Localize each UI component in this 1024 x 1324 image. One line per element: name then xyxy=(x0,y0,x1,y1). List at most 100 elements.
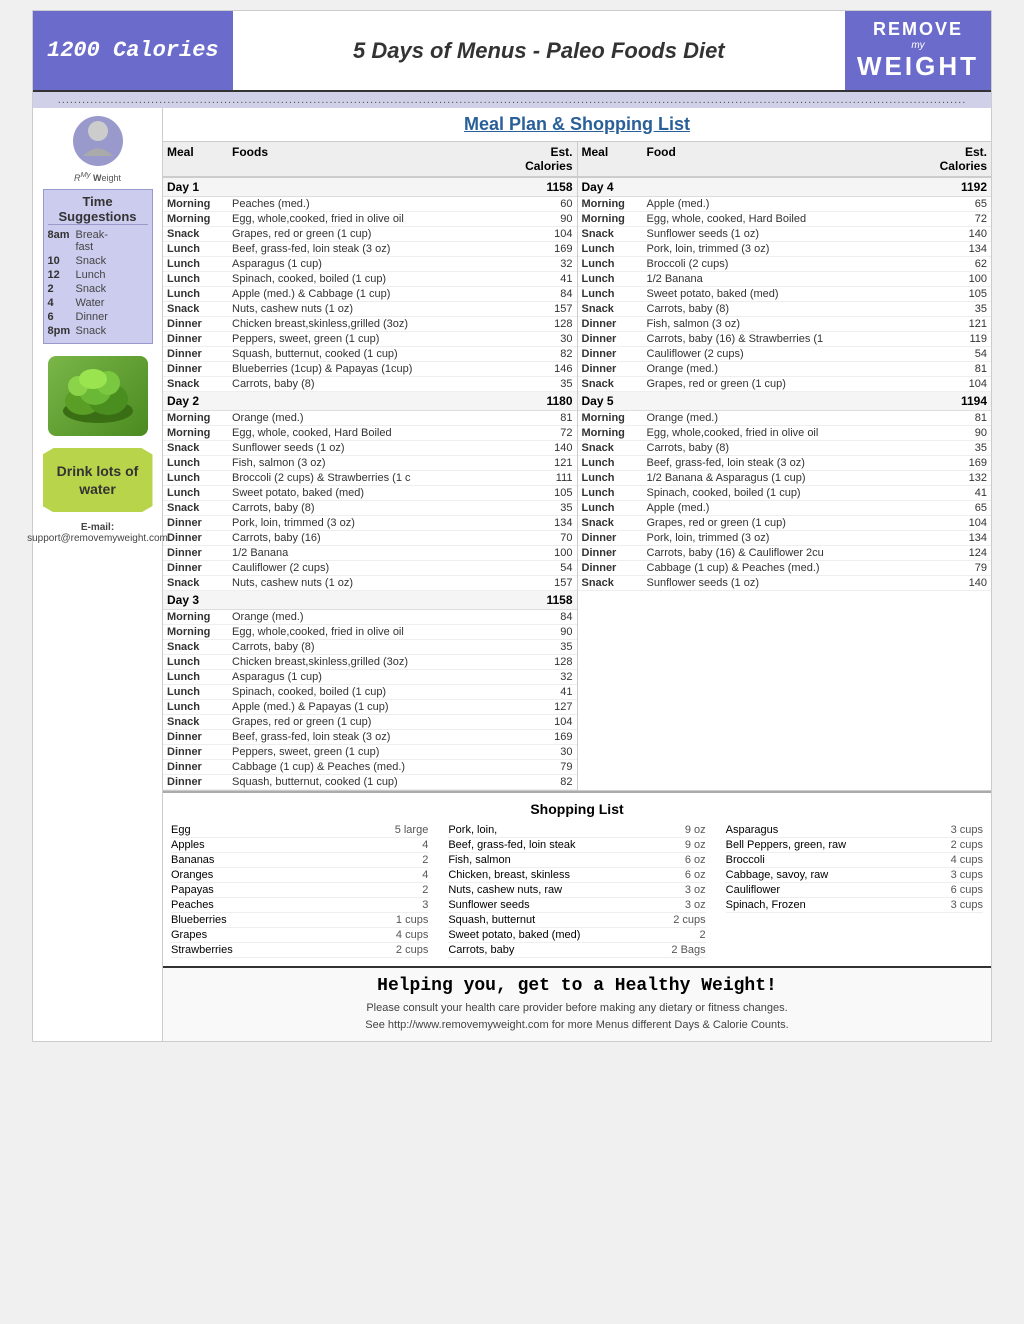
row-cal: 35 xyxy=(932,442,987,454)
row-meal-type: Dinner xyxy=(167,318,232,330)
meal-row: SnackNuts, cashew nuts (1 oz)157 xyxy=(163,576,577,591)
row-food: Grapes, red or green (1 cup) xyxy=(647,378,933,390)
email-area: E-mail: support@removemyweight.com xyxy=(27,522,168,544)
veggie-image xyxy=(48,356,148,436)
meal-row: SnackGrapes, red or green (1 cup)104 xyxy=(578,377,992,392)
row-cal: 35 xyxy=(932,303,987,315)
row-meal-type: Lunch xyxy=(167,686,232,698)
row-cal: 132 xyxy=(932,472,987,484)
row-meal-type: Lunch xyxy=(582,502,647,514)
shop-item: Beef, grass-fed, loin steak xyxy=(448,839,677,851)
shopping-row: Sweet potato, baked (med)2 xyxy=(448,928,705,943)
shopping-grid: Egg5 largeApples4Bananas2Oranges4Papayas… xyxy=(171,823,983,958)
meal-row: LunchApple (med.) & Papayas (1 cup)127 xyxy=(163,700,577,715)
row-food: Cabbage (1 cup) & Peaches (med.) xyxy=(647,562,933,574)
day-label: Day 2 xyxy=(167,394,503,408)
row-food: Fish, salmon (3 oz) xyxy=(232,457,518,469)
row-meal-type: Dinner xyxy=(582,333,647,345)
row-meal-type: Snack xyxy=(582,577,647,589)
time-row-5: 4 Water xyxy=(48,297,148,309)
left-meal-column: Day 11158MorningPeaches (med.)60MorningE… xyxy=(163,178,578,790)
meal-row: DinnerCauliflower (2 cups)54 xyxy=(578,347,992,362)
meal-row: MorningEgg, whole,cooked, fried in olive… xyxy=(578,426,992,441)
row-food: Apple (med.) & Papayas (1 cup) xyxy=(232,701,518,713)
row-cal: 84 xyxy=(518,611,573,623)
shopping-row: Chicken, breast, skinless6 oz xyxy=(448,868,705,883)
row-food: Beef, grass-fed, loin steak (3 oz) xyxy=(232,731,518,743)
meal-row: DinnerBlueberries (1cup) & Papayas (1cup… xyxy=(163,362,577,377)
col-cal-label-r: Est. Calories xyxy=(917,145,987,173)
subtitle-bar: ........................................… xyxy=(33,92,991,108)
shopping-row: Blueberries1 cups xyxy=(171,913,428,928)
row-food: Egg, whole,cooked, fried in olive oil xyxy=(232,626,518,638)
row-meal-type: Snack xyxy=(167,502,232,514)
shopping-row: Sunflower seeds3 oz xyxy=(448,898,705,913)
row-cal: 35 xyxy=(518,378,573,390)
row-food: Cauliflower (2 cups) xyxy=(647,348,933,360)
row-cal: 81 xyxy=(932,412,987,424)
row-food: Peppers, sweet, green (1 cup) xyxy=(232,746,518,758)
shop-item: Pork, loin, xyxy=(448,824,677,836)
meal-row: Lunch1/2 Banana100 xyxy=(578,272,992,287)
row-cal: 79 xyxy=(932,562,987,574)
row-meal-type: Lunch xyxy=(582,457,647,469)
shop-qty: 2 xyxy=(700,929,706,941)
shopping-row: Bell Peppers, green, raw2 cups xyxy=(726,838,983,853)
row-meal-type: Snack xyxy=(167,228,232,240)
row-food: Squash, butternut, cooked (1 cup) xyxy=(232,776,518,788)
shop-qty: 2 xyxy=(422,854,428,866)
row-food: Sweet potato, baked (med) xyxy=(647,288,933,300)
col-meal-label: Meal xyxy=(167,145,232,173)
page: 1200 Calories 5 Days of Menus - Paleo Fo… xyxy=(32,10,992,1042)
row-cal: 104 xyxy=(932,378,987,390)
meal-row: Lunch1/2 Banana & Asparagus (1 cup)132 xyxy=(578,471,992,486)
shop-qty: 9 oz xyxy=(685,839,706,851)
meal-row: SnackGrapes, red or green (1 cup)104 xyxy=(163,227,577,242)
meal-row: LunchBeef, grass-fed, loin steak (3 oz)1… xyxy=(163,242,577,257)
meal-row: MorningPeaches (med.)60 xyxy=(163,197,577,212)
row-food: Apple (med.) & Cabbage (1 cup) xyxy=(232,288,518,300)
time-row-7: 8pm Snack xyxy=(48,325,148,337)
row-meal-type: Dinner xyxy=(167,776,232,788)
left-col-header: Meal Foods Est. Calories xyxy=(163,142,578,177)
meal-row: SnackSunflower seeds (1 oz)140 xyxy=(578,576,992,591)
shop-item: Fish, salmon xyxy=(448,854,677,866)
time-suggestions-box: Time Suggestions 8am Break-fast 10 Snack… xyxy=(43,189,153,344)
row-cal: 104 xyxy=(932,517,987,529)
shop-qty: 3 cups xyxy=(951,869,983,881)
row-meal-type: Dinner xyxy=(167,731,232,743)
meal-row: DinnerPeppers, sweet, green (1 cup)30 xyxy=(163,745,577,760)
right-meal-column: Day 41192MorningApple (med.)65MorningEgg… xyxy=(578,178,992,790)
meal-data-area: Day 11158MorningPeaches (med.)60MorningE… xyxy=(163,178,991,791)
row-food: Sunflower seeds (1 oz) xyxy=(647,577,933,589)
row-food: Pork, loin, trimmed (3 oz) xyxy=(647,243,933,255)
shop-item: Egg xyxy=(171,824,387,836)
row-cal: 90 xyxy=(932,427,987,439)
row-food: Nuts, cashew nuts (1 oz) xyxy=(232,303,518,315)
footer-sub1: Please consult your health care provider… xyxy=(177,1000,977,1017)
shop-item: Bell Peppers, green, raw xyxy=(726,839,943,851)
row-food: Cabbage (1 cup) & Peaches (med.) xyxy=(232,761,518,773)
shop-qty: 4 xyxy=(422,869,428,881)
remove-label: REMOVE xyxy=(873,19,963,40)
row-food: Carrots, baby (16) & Cauliflower 2cu xyxy=(647,547,933,559)
row-meal-type: Snack xyxy=(582,303,647,315)
row-food: 1/2 Banana xyxy=(232,547,518,559)
row-meal-type: Snack xyxy=(582,378,647,390)
row-cal: 90 xyxy=(518,213,573,225)
row-cal: 60 xyxy=(518,198,573,210)
shop-qty: 2 cups xyxy=(673,914,705,926)
shopping-section: Shopping ListEgg5 largeApples4Bananas2Or… xyxy=(163,791,991,966)
shop-qty: 3 cups xyxy=(951,824,983,836)
meal-row: LunchApple (med.)65 xyxy=(578,501,992,516)
meal-row: LunchBroccoli (2 cups)62 xyxy=(578,257,992,272)
right-content: Meal Plan & Shopping List Meal Foods Est… xyxy=(163,108,991,1041)
day-label: Day 4 xyxy=(582,180,918,194)
row-cal: 35 xyxy=(518,502,573,514)
meal-row: MorningEgg, whole, cooked, Hard Boiled72 xyxy=(578,212,992,227)
day-header: Day 51194 xyxy=(578,392,992,411)
shopping-row: Spinach, Frozen3 cups xyxy=(726,898,983,913)
shopping-row: Egg5 large xyxy=(171,823,428,838)
row-meal-type: Dinner xyxy=(582,532,647,544)
shopping-column: Pork, loin, 9 oz Beef, grass-fed, loin ste… xyxy=(448,823,705,958)
